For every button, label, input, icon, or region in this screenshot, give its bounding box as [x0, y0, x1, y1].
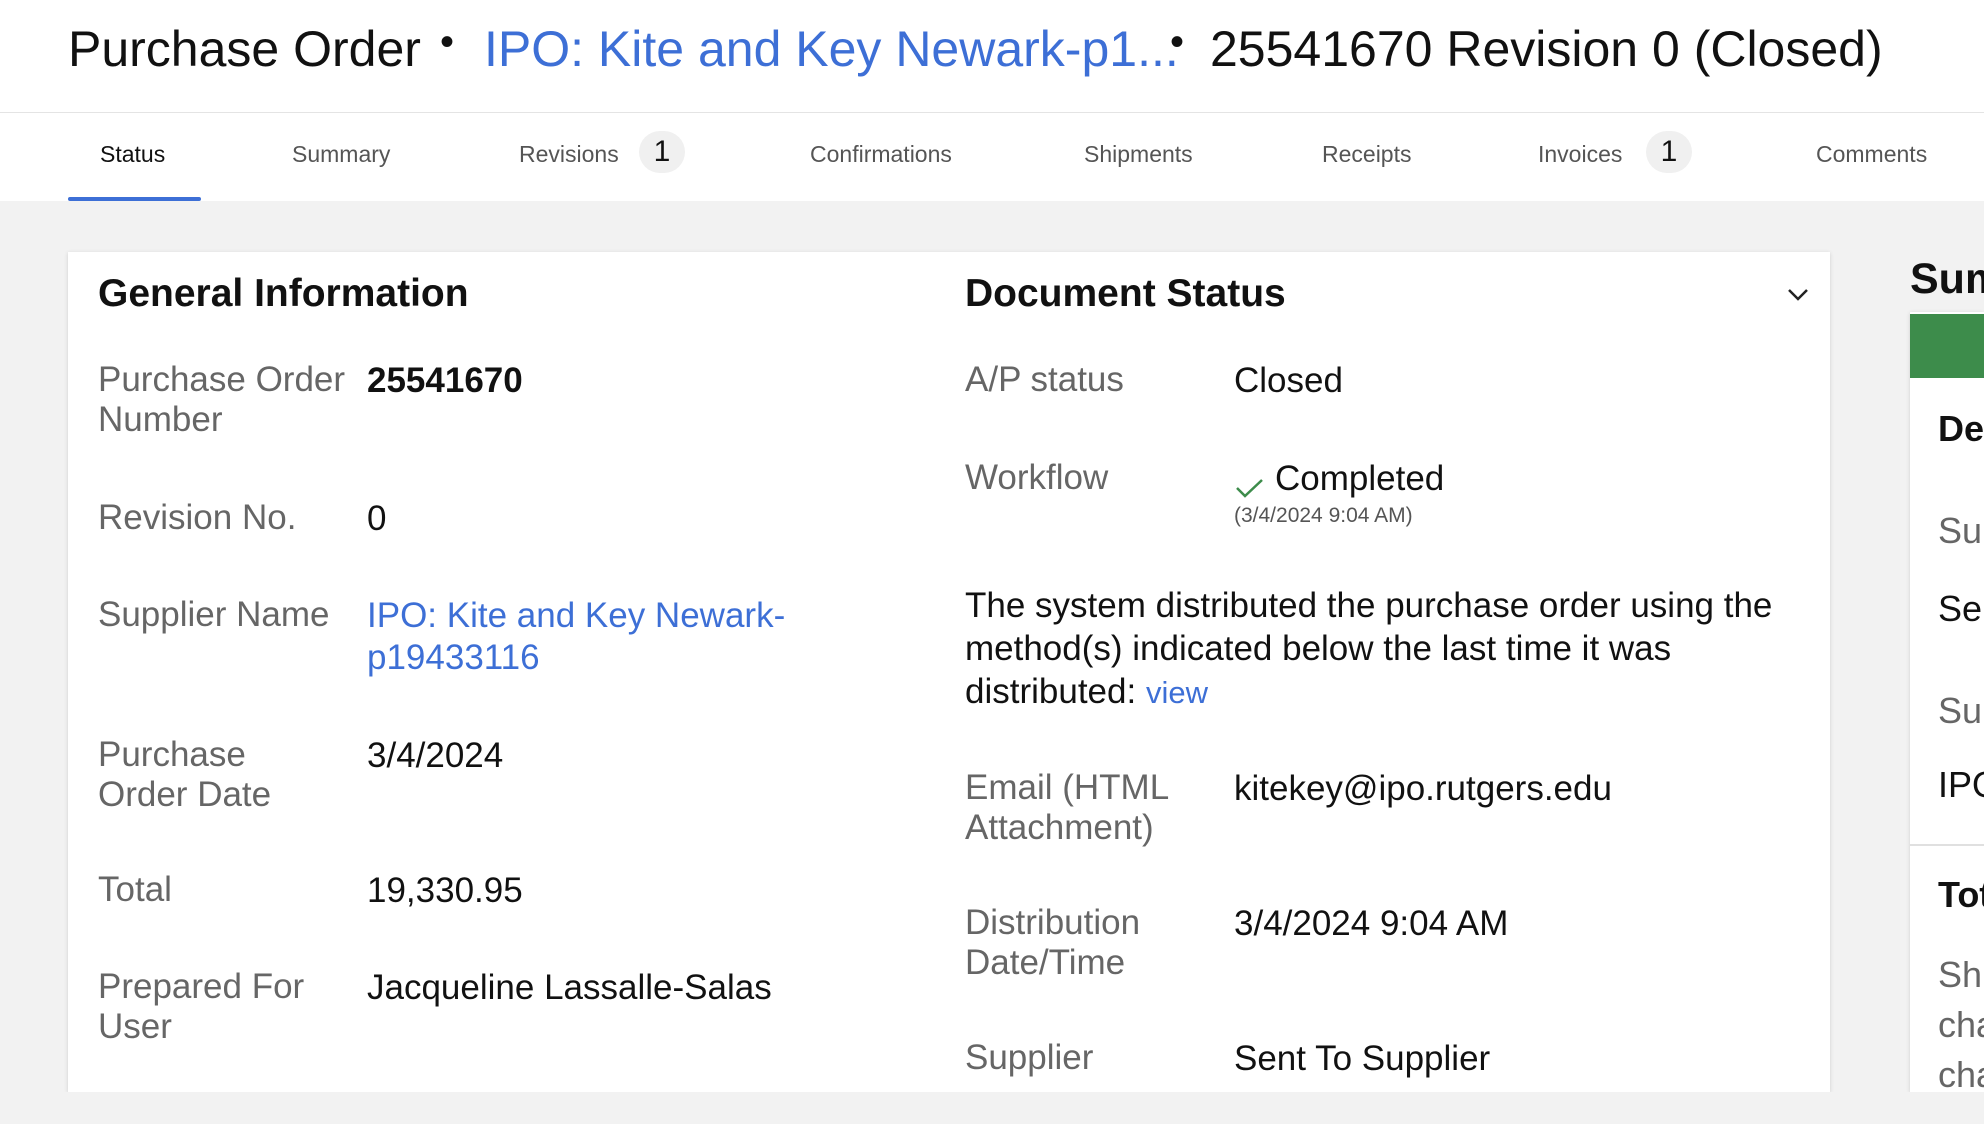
po-date-label: Purchase Order Date	[98, 735, 272, 814]
summary-status-bar	[1910, 314, 1984, 378]
tab-invoices[interactable]: Invoices	[1538, 141, 1622, 168]
total-label: Total	[98, 870, 172, 909]
page-header: Purchase Order • IPO: Kite and Key Newar…	[0, 0, 1984, 113]
distribution-description: The system distributed the purchase orde…	[965, 584, 1785, 714]
distribution-datetime-label: Distribution Date/Time	[965, 903, 1141, 982]
status-card: General Information Purchase Order Numbe…	[68, 252, 1830, 1092]
tab-summary[interactable]: Summary	[292, 141, 390, 168]
revisions-count-badge: 1	[639, 131, 685, 173]
workflow-label: Workflow	[965, 458, 1109, 497]
tab-bar: Status Summary Revisions 1 Confirmations…	[0, 113, 1984, 201]
summary-value-1: Se	[1938, 588, 1983, 629]
total-value: 19,330.95	[367, 871, 523, 910]
supplier-name-line1: IPO: Kite and Key Newark-	[367, 596, 786, 635]
summary-divider	[1910, 844, 1984, 846]
summary-panel-title: Sum	[1910, 255, 1984, 303]
supplier-name-label: Supplier Name	[98, 595, 330, 634]
page-bottom-background	[0, 1092, 1984, 1124]
revision-label: Revision No.	[98, 498, 297, 537]
prepared-for-value: Jacqueline Lassalle-Salas	[367, 968, 772, 1007]
revision-value: 0	[367, 499, 387, 538]
ap-status-label: A/P status	[965, 360, 1124, 399]
supplier-status-label: Supplier	[965, 1038, 1094, 1077]
summary-label-4: cha	[1938, 1004, 1984, 1045]
summary-heading-1: De	[1938, 408, 1984, 449]
summary-label-1: Su	[1938, 510, 1983, 551]
document-identifier: 25541670 Revision 0 (Closed)	[1210, 21, 1883, 77]
po-number-label: Purchase Order Number	[98, 360, 346, 439]
email-method-value: kitekey@ipo.rutgers.edu	[1234, 769, 1612, 808]
summary-label-5: cha	[1938, 1054, 1984, 1092]
tab-comments[interactable]: Comments	[1816, 141, 1927, 168]
supplier-status-value: Sent To Supplier	[1234, 1039, 1491, 1078]
page-title: Purchase Order	[68, 21, 421, 77]
ap-status-value: Closed	[1234, 361, 1343, 400]
tab-revisions[interactable]: Revisions	[519, 141, 619, 168]
prepared-for-label: Prepared For User	[98, 967, 305, 1046]
invoices-count-badge: 1	[1646, 131, 1692, 173]
tab-status[interactable]: Status	[100, 141, 165, 168]
summary-label-3: Sh	[1938, 954, 1983, 995]
summary-panel: De Su Se Su IPO Tot Sh cha cha	[1910, 312, 1984, 1092]
supplier-name-link[interactable]: IPO: Kite and Key Newark- p19433116	[367, 595, 785, 679]
summary-value-2: IPO	[1938, 764, 1984, 805]
general-information-title: General Information	[98, 272, 469, 315]
summary-label-2: Su	[1938, 690, 1983, 731]
chevron-down-icon[interactable]	[1781, 277, 1815, 311]
tab-shipments[interactable]: Shipments	[1084, 141, 1193, 168]
supplier-breadcrumb-link[interactable]: IPO: Kite and Key Newark-p1...	[484, 20, 1179, 78]
workflow-timestamp: (3/4/2024 9:04 AM)	[1234, 504, 1413, 527]
summary-heading-2: Tot	[1938, 874, 1984, 915]
view-link[interactable]: view	[1146, 675, 1208, 710]
supplier-name-line2: p19433116	[367, 638, 540, 677]
po-number-value: 25541670	[367, 361, 523, 400]
po-date-value: 3/4/2024	[367, 736, 504, 775]
tab-confirmations[interactable]: Confirmations	[810, 141, 952, 168]
workflow-value: Completed	[1275, 459, 1445, 498]
tab-receipts[interactable]: Receipts	[1322, 141, 1411, 168]
distribution-datetime-value: 3/4/2024 9:04 AM	[1234, 904, 1509, 943]
email-method-label: Email (HTML Attachment)	[965, 768, 1168, 847]
active-tab-indicator	[68, 197, 201, 201]
breadcrumb-separator: •	[440, 20, 455, 64]
distribution-text: The system distributed the purchase orde…	[965, 586, 1773, 711]
breadcrumb-separator: •	[1170, 20, 1185, 64]
check-icon	[1236, 479, 1263, 498]
document-status-title: Document Status	[965, 272, 1286, 315]
